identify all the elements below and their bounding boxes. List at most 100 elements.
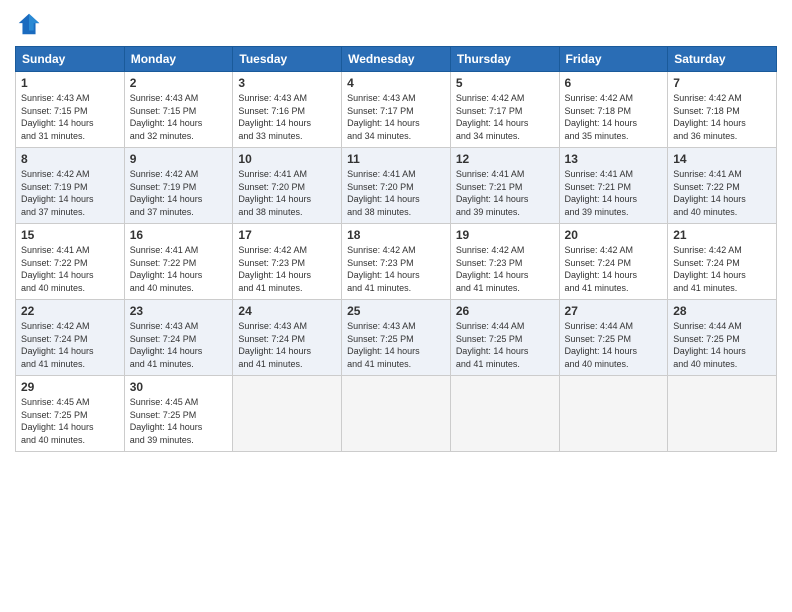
day-number: 2 bbox=[130, 76, 228, 90]
calendar-cell bbox=[559, 376, 668, 452]
day-info: Sunrise: 4:45 AM Sunset: 7:25 PM Dayligh… bbox=[130, 396, 228, 446]
calendar-cell bbox=[342, 376, 451, 452]
calendar-row-3: 15 Sunrise: 4:41 AM Sunset: 7:22 PM Dayli… bbox=[16, 224, 777, 300]
day-number: 21 bbox=[673, 228, 771, 242]
calendar-cell: 20 Sunrise: 4:42 AM Sunset: 7:24 PM Dayli… bbox=[559, 224, 668, 300]
calendar-cell: 26 Sunrise: 4:44 AM Sunset: 7:25 PM Dayli… bbox=[450, 300, 559, 376]
calendar-cell: 12 Sunrise: 4:41 AM Sunset: 7:21 PM Dayli… bbox=[450, 148, 559, 224]
calendar-cell bbox=[450, 376, 559, 452]
day-number: 29 bbox=[21, 380, 119, 394]
day-number: 27 bbox=[565, 304, 663, 318]
day-number: 9 bbox=[130, 152, 228, 166]
day-number: 4 bbox=[347, 76, 445, 90]
day-info: Sunrise: 4:41 AM Sunset: 7:20 PM Dayligh… bbox=[238, 168, 336, 218]
day-number: 7 bbox=[673, 76, 771, 90]
day-info: Sunrise: 4:41 AM Sunset: 7:22 PM Dayligh… bbox=[130, 244, 228, 294]
col-header-sunday: Sunday bbox=[16, 47, 125, 72]
calendar-cell: 28 Sunrise: 4:44 AM Sunset: 7:25 PM Dayli… bbox=[668, 300, 777, 376]
day-info: Sunrise: 4:44 AM Sunset: 7:25 PM Dayligh… bbox=[565, 320, 663, 370]
day-info: Sunrise: 4:42 AM Sunset: 7:17 PM Dayligh… bbox=[456, 92, 554, 142]
day-number: 8 bbox=[21, 152, 119, 166]
calendar-cell: 17 Sunrise: 4:42 AM Sunset: 7:23 PM Dayli… bbox=[233, 224, 342, 300]
calendar-cell: 22 Sunrise: 4:42 AM Sunset: 7:24 PM Dayli… bbox=[16, 300, 125, 376]
day-info: Sunrise: 4:41 AM Sunset: 7:20 PM Dayligh… bbox=[347, 168, 445, 218]
col-header-wednesday: Wednesday bbox=[342, 47, 451, 72]
day-info: Sunrise: 4:43 AM Sunset: 7:25 PM Dayligh… bbox=[347, 320, 445, 370]
day-info: Sunrise: 4:42 AM Sunset: 7:23 PM Dayligh… bbox=[456, 244, 554, 294]
calendar-cell bbox=[233, 376, 342, 452]
calendar-cell: 11 Sunrise: 4:41 AM Sunset: 7:20 PM Dayli… bbox=[342, 148, 451, 224]
day-number: 24 bbox=[238, 304, 336, 318]
day-info: Sunrise: 4:41 AM Sunset: 7:22 PM Dayligh… bbox=[673, 168, 771, 218]
calendar-cell: 10 Sunrise: 4:41 AM Sunset: 7:20 PM Dayli… bbox=[233, 148, 342, 224]
day-number: 16 bbox=[130, 228, 228, 242]
day-info: Sunrise: 4:44 AM Sunset: 7:25 PM Dayligh… bbox=[673, 320, 771, 370]
day-number: 5 bbox=[456, 76, 554, 90]
day-number: 6 bbox=[565, 76, 663, 90]
day-number: 11 bbox=[347, 152, 445, 166]
day-number: 20 bbox=[565, 228, 663, 242]
calendar-cell: 14 Sunrise: 4:41 AM Sunset: 7:22 PM Dayli… bbox=[668, 148, 777, 224]
day-info: Sunrise: 4:41 AM Sunset: 7:21 PM Dayligh… bbox=[456, 168, 554, 218]
calendar-cell: 18Sunrise: 4:42 AM Sunset: 7:23 PM Dayli… bbox=[342, 224, 451, 300]
day-number: 25 bbox=[347, 304, 445, 318]
calendar-cell: 23 Sunrise: 4:43 AM Sunset: 7:24 PM Dayli… bbox=[124, 300, 233, 376]
day-info: Sunrise: 4:43 AM Sunset: 7:17 PM Dayligh… bbox=[347, 92, 445, 142]
calendar-cell: 5 Sunrise: 4:42 AM Sunset: 7:17 PM Daylig… bbox=[450, 72, 559, 148]
day-number: 10 bbox=[238, 152, 336, 166]
day-info: Sunrise: 4:45 AM Sunset: 7:25 PM Dayligh… bbox=[21, 396, 119, 446]
day-number: 15 bbox=[21, 228, 119, 242]
calendar-row-1: 1Sunrise: 4:43 AM Sunset: 7:15 PM Daylig… bbox=[16, 72, 777, 148]
day-info: Sunrise: 4:43 AM Sunset: 7:24 PM Dayligh… bbox=[238, 320, 336, 370]
day-info: Sunrise: 4:42 AM Sunset: 7:24 PM Dayligh… bbox=[673, 244, 771, 294]
calendar-cell: 16 Sunrise: 4:41 AM Sunset: 7:22 PM Dayli… bbox=[124, 224, 233, 300]
calendar-cell: 21 Sunrise: 4:42 AM Sunset: 7:24 PM Dayli… bbox=[668, 224, 777, 300]
calendar-cell: 1Sunrise: 4:43 AM Sunset: 7:15 PM Daylig… bbox=[16, 72, 125, 148]
day-number: 12 bbox=[456, 152, 554, 166]
day-info: Sunrise: 4:44 AM Sunset: 7:25 PM Dayligh… bbox=[456, 320, 554, 370]
page: SundayMondayTuesdayWednesdayThursdayFrid… bbox=[0, 0, 792, 612]
day-info: Sunrise: 4:42 AM Sunset: 7:19 PM Dayligh… bbox=[130, 168, 228, 218]
day-info: Sunrise: 4:42 AM Sunset: 7:23 PM Dayligh… bbox=[238, 244, 336, 294]
col-header-thursday: Thursday bbox=[450, 47, 559, 72]
day-number: 22 bbox=[21, 304, 119, 318]
calendar-cell: 15Sunrise: 4:41 AM Sunset: 7:22 PM Dayli… bbox=[16, 224, 125, 300]
col-header-friday: Friday bbox=[559, 47, 668, 72]
day-info: Sunrise: 4:43 AM Sunset: 7:15 PM Dayligh… bbox=[21, 92, 119, 142]
calendar-row-4: 22 Sunrise: 4:42 AM Sunset: 7:24 PM Dayli… bbox=[16, 300, 777, 376]
day-info: Sunrise: 4:42 AM Sunset: 7:18 PM Dayligh… bbox=[673, 92, 771, 142]
calendar-cell: 9 Sunrise: 4:42 AM Sunset: 7:19 PM Daylig… bbox=[124, 148, 233, 224]
day-info: Sunrise: 4:43 AM Sunset: 7:16 PM Dayligh… bbox=[238, 92, 336, 142]
calendar-cell: 2 Sunrise: 4:43 AM Sunset: 7:15 PM Daylig… bbox=[124, 72, 233, 148]
day-info: Sunrise: 4:43 AM Sunset: 7:15 PM Dayligh… bbox=[130, 92, 228, 142]
day-number: 30 bbox=[130, 380, 228, 394]
day-info: Sunrise: 4:42 AM Sunset: 7:24 PM Dayligh… bbox=[21, 320, 119, 370]
logo bbox=[15, 10, 47, 38]
day-number: 23 bbox=[130, 304, 228, 318]
logo-icon bbox=[15, 10, 43, 38]
calendar-cell: 30 Sunrise: 4:45 AM Sunset: 7:25 PM Dayli… bbox=[124, 376, 233, 452]
day-number: 3 bbox=[238, 76, 336, 90]
day-number: 28 bbox=[673, 304, 771, 318]
day-number: 17 bbox=[238, 228, 336, 242]
calendar-header-row: SundayMondayTuesdayWednesdayThursdayFrid… bbox=[16, 47, 777, 72]
day-info: Sunrise: 4:41 AM Sunset: 7:21 PM Dayligh… bbox=[565, 168, 663, 218]
day-number: 14 bbox=[673, 152, 771, 166]
day-number: 26 bbox=[456, 304, 554, 318]
calendar-cell: 25 Sunrise: 4:43 AM Sunset: 7:25 PM Dayli… bbox=[342, 300, 451, 376]
calendar-table: SundayMondayTuesdayWednesdayThursdayFrid… bbox=[15, 46, 777, 452]
calendar-row-5: 29 Sunrise: 4:45 AM Sunset: 7:25 PM Dayli… bbox=[16, 376, 777, 452]
calendar-cell: 19Sunrise: 4:42 AM Sunset: 7:23 PM Dayli… bbox=[450, 224, 559, 300]
day-info: Sunrise: 4:42 AM Sunset: 7:24 PM Dayligh… bbox=[565, 244, 663, 294]
calendar-cell: 27 Sunrise: 4:44 AM Sunset: 7:25 PM Dayli… bbox=[559, 300, 668, 376]
calendar-cell: 29 Sunrise: 4:45 AM Sunset: 7:25 PM Dayli… bbox=[16, 376, 125, 452]
col-header-tuesday: Tuesday bbox=[233, 47, 342, 72]
col-header-saturday: Saturday bbox=[668, 47, 777, 72]
header bbox=[15, 10, 777, 38]
calendar-cell: 6Sunrise: 4:42 AM Sunset: 7:18 PM Daylig… bbox=[559, 72, 668, 148]
calendar-cell: 13 Sunrise: 4:41 AM Sunset: 7:21 PM Dayli… bbox=[559, 148, 668, 224]
day-number: 13 bbox=[565, 152, 663, 166]
day-info: Sunrise: 4:42 AM Sunset: 7:19 PM Dayligh… bbox=[21, 168, 119, 218]
day-info: Sunrise: 4:43 AM Sunset: 7:24 PM Dayligh… bbox=[130, 320, 228, 370]
col-header-monday: Monday bbox=[124, 47, 233, 72]
